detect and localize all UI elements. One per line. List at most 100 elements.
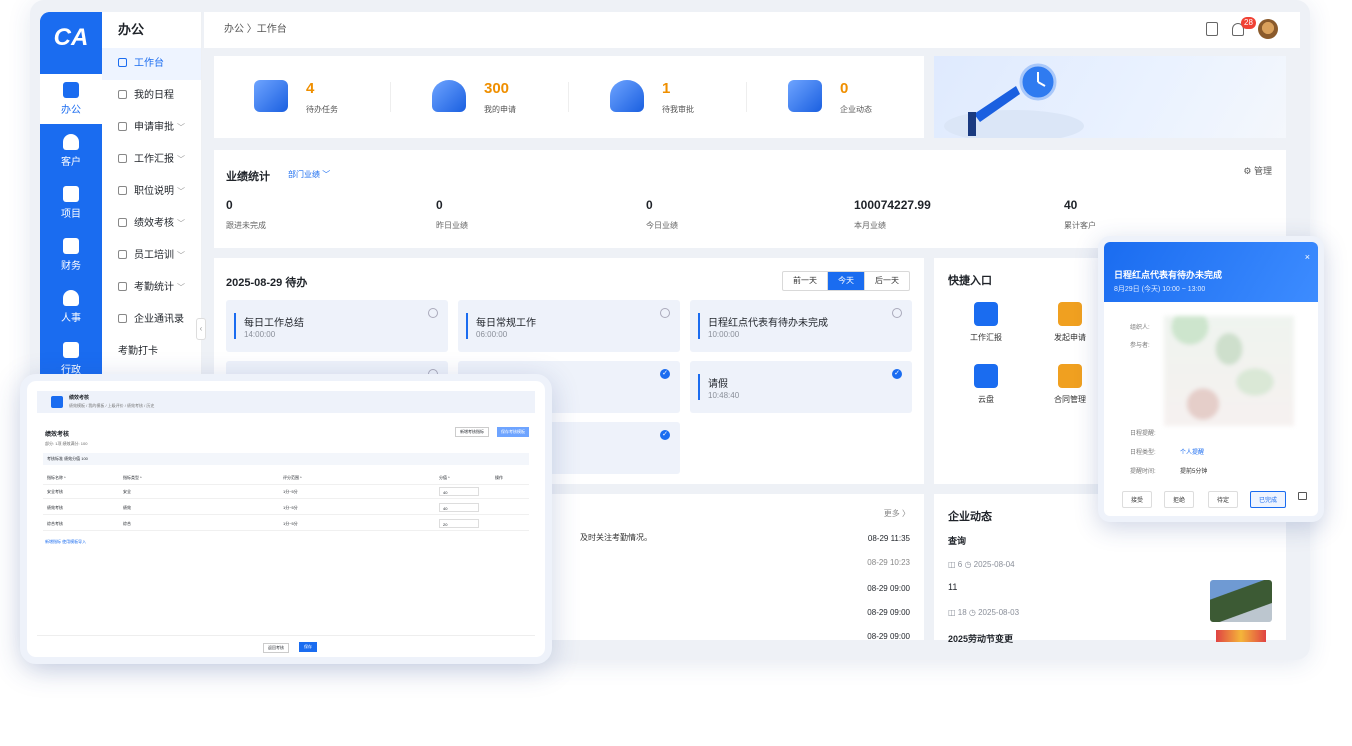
radio-icon[interactable] bbox=[892, 308, 902, 318]
news-post-title[interactable]: 11 bbox=[948, 582, 957, 592]
bell-icon[interactable]: 28 bbox=[1232, 16, 1256, 36]
quick-new-application[interactable]: 发起申请 bbox=[1040, 302, 1100, 343]
tablet-meta: 部分: 1项 绩效满分: 100 bbox=[45, 441, 88, 446]
collapse-menu-button[interactable]: ‹ bbox=[196, 318, 206, 340]
chevron-down-icon: ﹀ bbox=[177, 155, 185, 164]
stat-my-applications[interactable]: 300 我的申请 bbox=[392, 74, 562, 120]
menu-item-performance[interactable]: 绩效考核 ﹀ bbox=[102, 208, 201, 240]
document-icon[interactable] bbox=[1206, 22, 1218, 36]
add-metric-link[interactable]: 新增指标 使用模板导入 bbox=[45, 539, 86, 545]
remind-time-label: 提醒时间: bbox=[1130, 469, 1156, 475]
menu-item-approval[interactable]: 申请审批 ﹀ bbox=[102, 112, 201, 144]
notification-badge: 28 bbox=[1241, 16, 1256, 29]
cloud-folder-icon bbox=[974, 364, 998, 388]
check-icon[interactable]: ✓ bbox=[660, 430, 670, 440]
score-input[interactable]: 40 bbox=[439, 503, 479, 512]
topbar: 办公 〉工作台 28 bbox=[204, 12, 1300, 48]
chevron-down-icon: ﹀ bbox=[177, 283, 185, 292]
document-icon bbox=[118, 218, 127, 227]
performance-card: 业绩统计 部门业绩 ﹀ ⚙ 管理 0 跟进未完成 0 昨日业绩 0 今日业绩 1000… bbox=[214, 150, 1286, 248]
decline-button[interactable]: 拒绝 bbox=[1164, 491, 1195, 508]
person-icon bbox=[1058, 302, 1082, 326]
todo-item[interactable]: 每日工作总结 14:00:00 bbox=[226, 300, 448, 352]
menu-item-workbench[interactable]: 工作台 bbox=[102, 48, 201, 80]
score-input[interactable]: 40 bbox=[439, 487, 479, 496]
menu-item-training[interactable]: 员工培训 ﹀ bbox=[102, 240, 201, 272]
person-icon bbox=[63, 134, 79, 150]
menu-item-report[interactable]: 工作汇报 ﹀ bbox=[102, 144, 201, 176]
rail-item-finance[interactable]: 财务 bbox=[40, 230, 102, 280]
schedule-type-value: 个人提醒 bbox=[1180, 450, 1205, 456]
rail-item-project[interactable]: 项目 bbox=[40, 178, 102, 228]
rail-item-office[interactable]: 办公 bbox=[40, 74, 102, 124]
chevron-down-icon: ﹀ bbox=[177, 123, 185, 132]
stat-pending-approval[interactable]: 1 待我审批 bbox=[570, 74, 740, 120]
dept-filter-dropdown[interactable]: 部门业绩 ﹀ bbox=[288, 169, 330, 180]
news-post-title[interactable]: 查询 bbox=[948, 534, 966, 547]
document-icon bbox=[118, 186, 127, 195]
organizer-label: 组织人: bbox=[1130, 325, 1150, 331]
quick-cloud-disk[interactable]: 云盘 bbox=[956, 364, 1016, 405]
todo-item[interactable]: 每日常规工作 06:00:00 bbox=[458, 300, 680, 352]
news-post-title[interactable]: 2025劳动节变更 bbox=[948, 632, 1013, 645]
tablet-header: 绩效考核 绩效模板 / 我的模板 / 上级评价 / 绩效考核 / 历史 bbox=[37, 391, 535, 413]
completed-button[interactable]: 已完成 bbox=[1250, 491, 1287, 508]
document-icon bbox=[118, 154, 127, 163]
todo-title: 2025-08-29 待办 bbox=[226, 277, 308, 289]
rail-item-hr[interactable]: 人事 bbox=[40, 282, 102, 332]
news-post-meta: ◫ 6 ◷ 2025-08-04 bbox=[948, 560, 1015, 569]
tablet-preview: 绩效考核 绩效模板 / 我的模板 / 上级评价 / 绩效考核 / 历史 绩效考核… bbox=[20, 374, 552, 664]
check-icon[interactable]: ✓ bbox=[892, 369, 902, 379]
news-post-meta: ◫ 18 ◷ 2025-08-03 bbox=[948, 608, 1020, 617]
prev-day-button[interactable]: 前一天 bbox=[783, 272, 827, 290]
add-metric-button[interactable]: 新增考核指标 bbox=[455, 427, 489, 437]
stat-value: 0 bbox=[840, 80, 849, 97]
table-row: 综合考核 综合 1分~5分 20 bbox=[43, 517, 529, 531]
stat-label: 企业动态 bbox=[840, 105, 872, 114]
menu-item-job-desc[interactable]: 职位说明 ﹀ bbox=[102, 176, 201, 208]
back-button[interactable]: 返回考核 bbox=[263, 643, 289, 653]
breadcrumb: 办公 〉工作台 bbox=[224, 24, 287, 35]
today-button[interactable]: 今天 bbox=[827, 272, 864, 290]
wallet-icon bbox=[63, 238, 79, 254]
score-input[interactable]: 20 bbox=[439, 519, 479, 528]
stat-company-news[interactable]: 0 企业动态 bbox=[748, 74, 918, 120]
notice-time: 08-29 09:00 bbox=[867, 608, 910, 617]
quick-work-report[interactable]: 工作汇报 bbox=[956, 302, 1016, 343]
rail-item-customer[interactable]: 客户 bbox=[40, 126, 102, 176]
todo-item[interactable]: 请假 10:48:40 ✓ bbox=[690, 361, 912, 413]
notice-text: 及时关注考勤情况。 bbox=[580, 533, 652, 542]
blurred-participants bbox=[1164, 316, 1294, 426]
close-icon[interactable]: × bbox=[1305, 252, 1310, 262]
remind-label: 日程提醒: bbox=[1130, 431, 1156, 437]
tablet-page-title: 绩效考核 bbox=[45, 432, 70, 438]
comment-icon[interactable] bbox=[1298, 492, 1307, 500]
news-thumbnail bbox=[1216, 630, 1266, 642]
menu-item-attendance-stats[interactable]: 考勤统计 ﹀ bbox=[102, 272, 201, 304]
radio-icon[interactable] bbox=[660, 308, 670, 318]
manage-button[interactable]: ⚙ 管理 bbox=[1243, 164, 1272, 177]
quick-contract[interactable]: 合同管理 bbox=[1040, 364, 1100, 405]
app-logo: CA bbox=[40, 12, 102, 64]
perf-item: 100074227.99 本月业绩 bbox=[854, 198, 931, 230]
contacts-icon bbox=[118, 314, 127, 323]
menu-item-schedule[interactable]: 我的日程 bbox=[102, 80, 201, 112]
radio-icon[interactable] bbox=[428, 308, 438, 318]
workbench-icon bbox=[118, 58, 127, 67]
menu-item-clock-in[interactable]: 考勤打卡 bbox=[102, 336, 201, 368]
avatar[interactable] bbox=[1258, 19, 1278, 39]
message-icon bbox=[788, 80, 822, 112]
accept-button[interactable]: 接受 bbox=[1122, 491, 1153, 508]
stat-pending-tasks[interactable]: 4 待办任务 bbox=[214, 74, 384, 120]
schedule-type-label: 日程类型: bbox=[1130, 450, 1156, 456]
chevron-down-icon: ﹀ bbox=[177, 251, 185, 260]
menu-item-contacts[interactable]: 企业通讯录 bbox=[102, 304, 201, 336]
save-button[interactable]: 保存 bbox=[299, 642, 317, 652]
more-link[interactable]: 更多 〉 bbox=[884, 508, 910, 519]
todo-item[interactable]: 日程红点代表有待办未完成 10:00:00 bbox=[690, 300, 912, 352]
tentative-button[interactable]: 待定 bbox=[1208, 491, 1239, 508]
stat-label: 待办任务 bbox=[306, 105, 338, 114]
check-icon[interactable]: ✓ bbox=[660, 369, 670, 379]
save-template-button[interactable]: 保存考核模板 bbox=[497, 427, 529, 437]
next-day-button[interactable]: 后一天 bbox=[864, 272, 909, 290]
